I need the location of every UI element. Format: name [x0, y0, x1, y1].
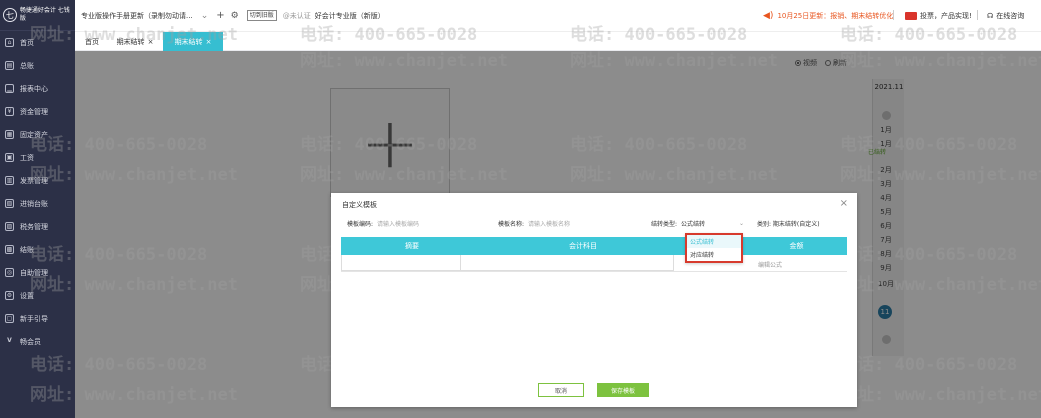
guide-icon: ▢: [5, 314, 14, 323]
close-icon[interactable]: ×: [206, 38, 212, 46]
divider: [341, 271, 847, 272]
col-direction: 金额: [789, 242, 804, 250]
divider: [893, 10, 894, 20]
transfer-type-label: 结转类型:: [651, 221, 678, 228]
consult-button[interactable]: ☊ 在线咨询: [987, 11, 1024, 21]
verify-status[interactable]: @未认证: [283, 11, 311, 21]
custom-template-dialog: 自定义模板 × 模板编码: 请输入模板编码 模板名称: 请输入模板名称 结转类型…: [331, 193, 857, 407]
col-account: 会计科目: [569, 242, 597, 250]
sidebar-item-self-service[interactable]: ◎ 自助管理: [0, 261, 75, 284]
col-summary: 摘要: [405, 242, 419, 250]
transfer-type-field: 结转类型: 公式结转 ⌄: [651, 219, 744, 228]
close-icon[interactable]: ×: [840, 198, 848, 209]
tab-period-end-1[interactable]: 期末结转 ×: [107, 32, 163, 51]
logo-icon: 七: [3, 8, 17, 22]
close-account-icon: ▩: [5, 245, 14, 254]
headset-icon: ☊: [987, 11, 994, 20]
switch-old-button[interactable]: 切到旧版: [246, 10, 277, 21]
salary-icon: ▣: [5, 153, 14, 162]
logo-text: 畅捷通好会计 七钱版: [19, 7, 70, 22]
sidebar-item-reports[interactable]: ▁ 报表中心: [0, 77, 75, 100]
divider: [977, 10, 978, 20]
sidebar-item-invoice[interactable]: ▥ 发票管理: [0, 169, 75, 192]
inventory-icon: ▧: [5, 199, 14, 208]
update-notice[interactable]: ◀) 10月25日更新：报销、期末结转优化: [763, 11, 893, 21]
transfer-type-select[interactable]: 公式结转: [681, 219, 705, 228]
ledger-icon: ▤: [5, 61, 14, 70]
sidebar-item-ledger[interactable]: ▤ 总账: [0, 54, 75, 77]
sidebar-item-salary[interactable]: ▣ 工资: [0, 146, 75, 169]
sidebar-item-guide[interactable]: ▢ 新手引导: [0, 307, 75, 330]
top-bar: 专业版操作手册更新（录制勿动请... ⌄ + ⚙ 切到旧版 @未认证 好会计专业…: [75, 0, 1041, 31]
dialog-title: 自定义模板: [342, 201, 377, 209]
template-grid-row[interactable]: [341, 255, 674, 271]
cell-divider: [460, 255, 461, 271]
tax-icon: ▨: [5, 222, 14, 231]
edition-label: 好会计专业版（新版）: [314, 11, 385, 20]
vip-icon: V: [7, 337, 12, 344]
close-icon[interactable]: ×: [148, 38, 154, 46]
template-code-label: 模板编码:: [347, 221, 374, 228]
dropdown-option-formula[interactable]: 公式结转: [687, 235, 741, 248]
dropdown-option-corresponding[interactable]: 对应结转: [687, 248, 741, 261]
invoice-icon: ▥: [5, 176, 14, 185]
sidebar-item-close-account[interactable]: ▩ 结账: [0, 238, 75, 261]
vote-button[interactable]: 投票，产品实现!: [905, 11, 972, 21]
sidebar-item-vip[interactable]: V 畅会员: [0, 330, 75, 353]
asset-icon: ▦: [5, 130, 14, 139]
template-code-input[interactable]: 请输入模板编码: [377, 219, 419, 228]
vote-icon: [905, 11, 917, 20]
sidebar: 七 畅捷通好会计 七钱版 ⌂ 首页 ▤ 总账 ▁ 报表中心 ¥ 资金管理 ▦ 固定资产 ▣…: [0, 0, 75, 418]
sidebar-item-inventory[interactable]: ▧ 进销台账: [0, 192, 75, 215]
company-name[interactable]: 专业版操作手册更新（录制勿动请...: [81, 11, 193, 21]
speaker-icon: ◀): [763, 10, 774, 21]
sidebar-item-tax[interactable]: ▨ 税务管理: [0, 215, 75, 238]
edit-formula-link[interactable]: 编辑公式: [758, 260, 782, 269]
gear-icon[interactable]: ⚙: [231, 11, 239, 21]
sidebar-item-settings[interactable]: ⚙ 设置: [0, 284, 75, 307]
template-name-field: 模板名称: 请输入模板名称: [498, 219, 570, 228]
self-service-icon: ◎: [5, 268, 14, 277]
fund-icon: ¥: [5, 107, 14, 116]
template-name-input[interactable]: 请输入模板名称: [528, 219, 570, 228]
category-label: 类别: 期末结转(自定义): [757, 221, 820, 228]
tab-period-end-2[interactable]: 期末结转 ×: [163, 32, 223, 51]
settings-icon: ⚙: [5, 291, 14, 300]
transfer-type-dropdown: 公式结转 对应结转: [685, 233, 743, 263]
sidebar-nav: ⌂ 首页 ▤ 总账 ▁ 报表中心 ¥ 资金管理 ▦ 固定资产 ▣ 工资 ▥ 发票管理 ▧ 进销台…: [0, 31, 75, 353]
sidebar-item-funds[interactable]: ¥ 资金管理: [0, 100, 75, 123]
home-icon: ⌂: [5, 38, 14, 47]
add-icon[interactable]: +: [216, 10, 224, 21]
app-logo[interactable]: 七 畅捷通好会计 七钱版: [0, 0, 75, 31]
cancel-button[interactable]: 取消: [538, 383, 584, 397]
tab-bar: 首页 期末结转 × 期末结转 ×: [75, 31, 1041, 51]
template-grid-header: 摘要 会计科目 金额: [341, 237, 847, 255]
sidebar-item-home[interactable]: ⌂ 首页: [0, 31, 75, 54]
template-code-field: 模板编码: 请输入模板编码: [347, 219, 419, 228]
template-name-label: 模板名称:: [498, 221, 525, 228]
sidebar-item-assets[interactable]: ▦ 固定资产: [0, 123, 75, 146]
tab-home[interactable]: 首页: [79, 32, 105, 51]
chart-icon: ▁: [5, 84, 14, 93]
chevron-down-icon[interactable]: ⌄: [201, 11, 209, 21]
save-template-button[interactable]: 保存模板: [597, 383, 649, 397]
chevron-down-icon[interactable]: ⌄: [739, 220, 744, 227]
